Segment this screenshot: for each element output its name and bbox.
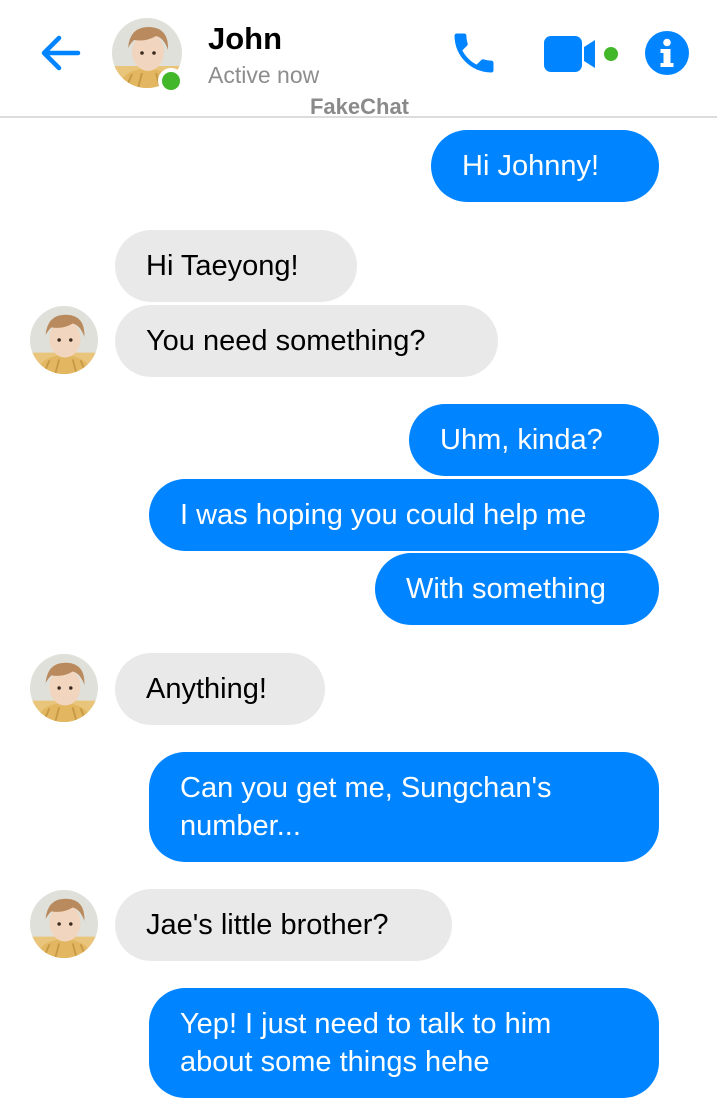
- phone-icon: [454, 33, 494, 73]
- app-watermark: FakeChat: [309, 94, 410, 119]
- chat-header: John Active now FakeChat: [0, 0, 717, 119]
- message-incoming[interactable]: You need something?: [115, 305, 498, 377]
- message-outgoing[interactable]: Uhm, kinda?: [409, 404, 659, 476]
- info-button[interactable]: [644, 30, 690, 76]
- back-arrow-icon: [41, 35, 81, 71]
- message-outgoing[interactable]: I was hoping you could help me: [149, 479, 659, 551]
- sender-avatar[interactable]: [30, 890, 98, 958]
- message-outgoing[interactable]: Can you get me, Sungchan's number...: [149, 752, 659, 862]
- online-indicator: [158, 68, 184, 94]
- video-call-button[interactable]: [543, 34, 623, 74]
- message-incoming[interactable]: Hi Taeyong!: [115, 230, 357, 302]
- voice-call-button[interactable]: [448, 27, 500, 79]
- video-camera-icon: [544, 36, 618, 72]
- active-status: Active now: [208, 62, 320, 88]
- message-incoming[interactable]: Jae's little brother?: [115, 889, 452, 961]
- message-incoming[interactable]: Anything!: [115, 653, 325, 725]
- back-button[interactable]: [36, 28, 86, 78]
- message-outgoing[interactable]: Hi Johnny!: [431, 130, 659, 202]
- sender-avatar[interactable]: [30, 654, 98, 722]
- sender-avatar[interactable]: [30, 306, 98, 374]
- message-outgoing[interactable]: Yep! I just need to talk to him about so…: [149, 988, 659, 1098]
- message-outgoing[interactable]: With something: [375, 553, 659, 625]
- info-icon: [645, 31, 689, 75]
- contact-name[interactable]: John: [208, 21, 282, 57]
